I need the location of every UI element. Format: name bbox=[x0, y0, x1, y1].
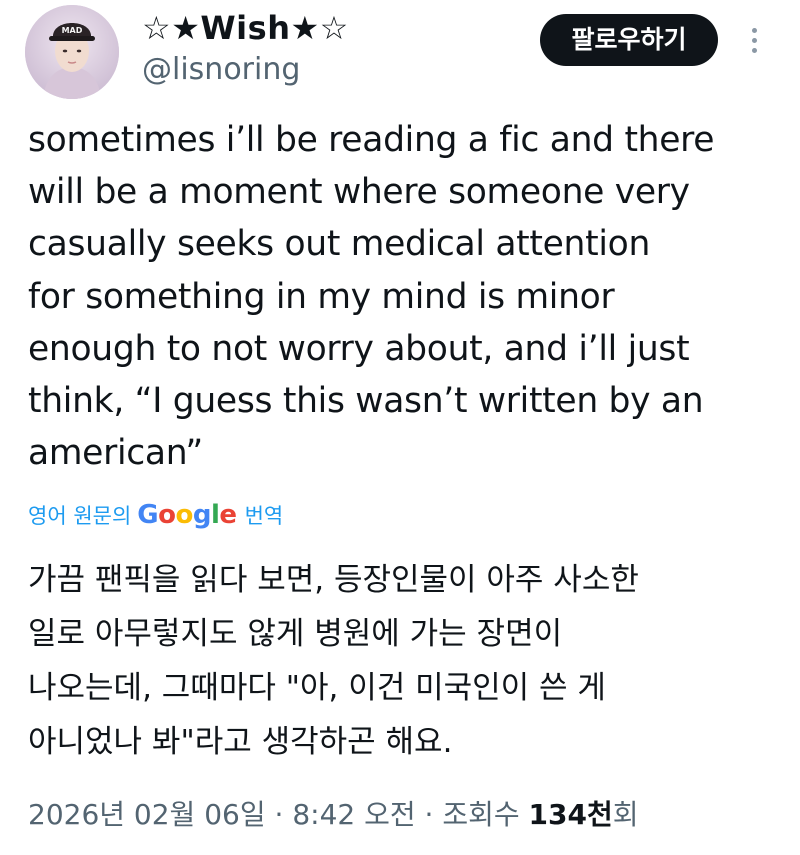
tweet-text: sometimes i’ll be reading a fic and ther… bbox=[28, 114, 778, 479]
tweet-container: MAD ☆★Wish★☆ @lisnoring 팔로우하기 sometimes … bbox=[0, 0, 800, 855]
tweet-text-line: for something in my mind is minor bbox=[28, 276, 615, 317]
google-logo-letter: e bbox=[219, 500, 237, 530]
tweet-date[interactable]: 2026년 02월 06일 bbox=[28, 798, 266, 831]
avatar[interactable]: MAD bbox=[25, 5, 119, 99]
more-dot bbox=[751, 38, 757, 43]
follow-button[interactable]: 팔로우하기 bbox=[540, 14, 718, 66]
tweet-time[interactable]: 8:42 오전 bbox=[292, 798, 415, 831]
translated-text-line: 일로 아무렇지도 않게 병원에 가는 장면이 bbox=[28, 616, 563, 652]
translated-text-line: 가끔 팬픽을 읽다 보면, 등장인물이 아주 사소한 bbox=[28, 562, 639, 598]
tweet-text-line: casually seeks out medical attention bbox=[28, 224, 651, 265]
translation-attribution[interactable]: 영어 원문의 Google 번역 bbox=[28, 495, 283, 535]
tweet-text-line: think, “I guess this wasn’t written by a… bbox=[28, 381, 704, 422]
google-logo-letter: o bbox=[158, 500, 176, 530]
avatar-cap-text: MAD bbox=[62, 26, 83, 35]
translation-suffix: 번역 bbox=[244, 504, 284, 528]
tweet-text-line: american” bbox=[28, 433, 204, 474]
display-name[interactable]: ☆★Wish★☆ bbox=[142, 8, 349, 48]
more-dot bbox=[751, 28, 757, 33]
tweet-text-line: enough to not worry about, and i’ll just bbox=[28, 328, 690, 369]
tweet-text-line: sometimes i’ll be reading a fic and ther… bbox=[28, 120, 715, 160]
user-handle[interactable]: @lisnoring bbox=[142, 50, 300, 90]
views-label: 조회수 bbox=[442, 798, 520, 831]
translated-text: 가끔 팬픽을 읽다 보면, 등장인물이 아주 사소한 일로 아무렇지도 않게 병… bbox=[28, 553, 778, 769]
google-logo-letter: g bbox=[192, 500, 212, 530]
google-logo-letter: G bbox=[137, 500, 159, 530]
more-vertical-icon[interactable] bbox=[748, 28, 760, 58]
translation-prefix: 영어 원문의 bbox=[28, 504, 132, 528]
avatar-image: MAD bbox=[25, 5, 119, 99]
meta-separator: · bbox=[424, 798, 434, 831]
translated-text-line: 나오는데, 그때마다 "아, 이건 미국인이 쓴 게 bbox=[28, 670, 606, 706]
views-count: 134천 bbox=[528, 798, 613, 831]
translated-text-line: 아니었나 봐"라고 생각하곤 해요. bbox=[28, 724, 453, 760]
tweet-text-line: will be a moment where someone very bbox=[28, 172, 690, 213]
google-logo: Google bbox=[137, 500, 237, 530]
google-logo-letter: o bbox=[175, 500, 194, 530]
views-suffix: 회 bbox=[612, 798, 639, 831]
tweet-meta: 2026년 02월 06일 · 8:42 오전 · 조회수 134천회 bbox=[28, 795, 639, 835]
more-dot bbox=[751, 48, 757, 53]
meta-separator: · bbox=[274, 798, 284, 831]
